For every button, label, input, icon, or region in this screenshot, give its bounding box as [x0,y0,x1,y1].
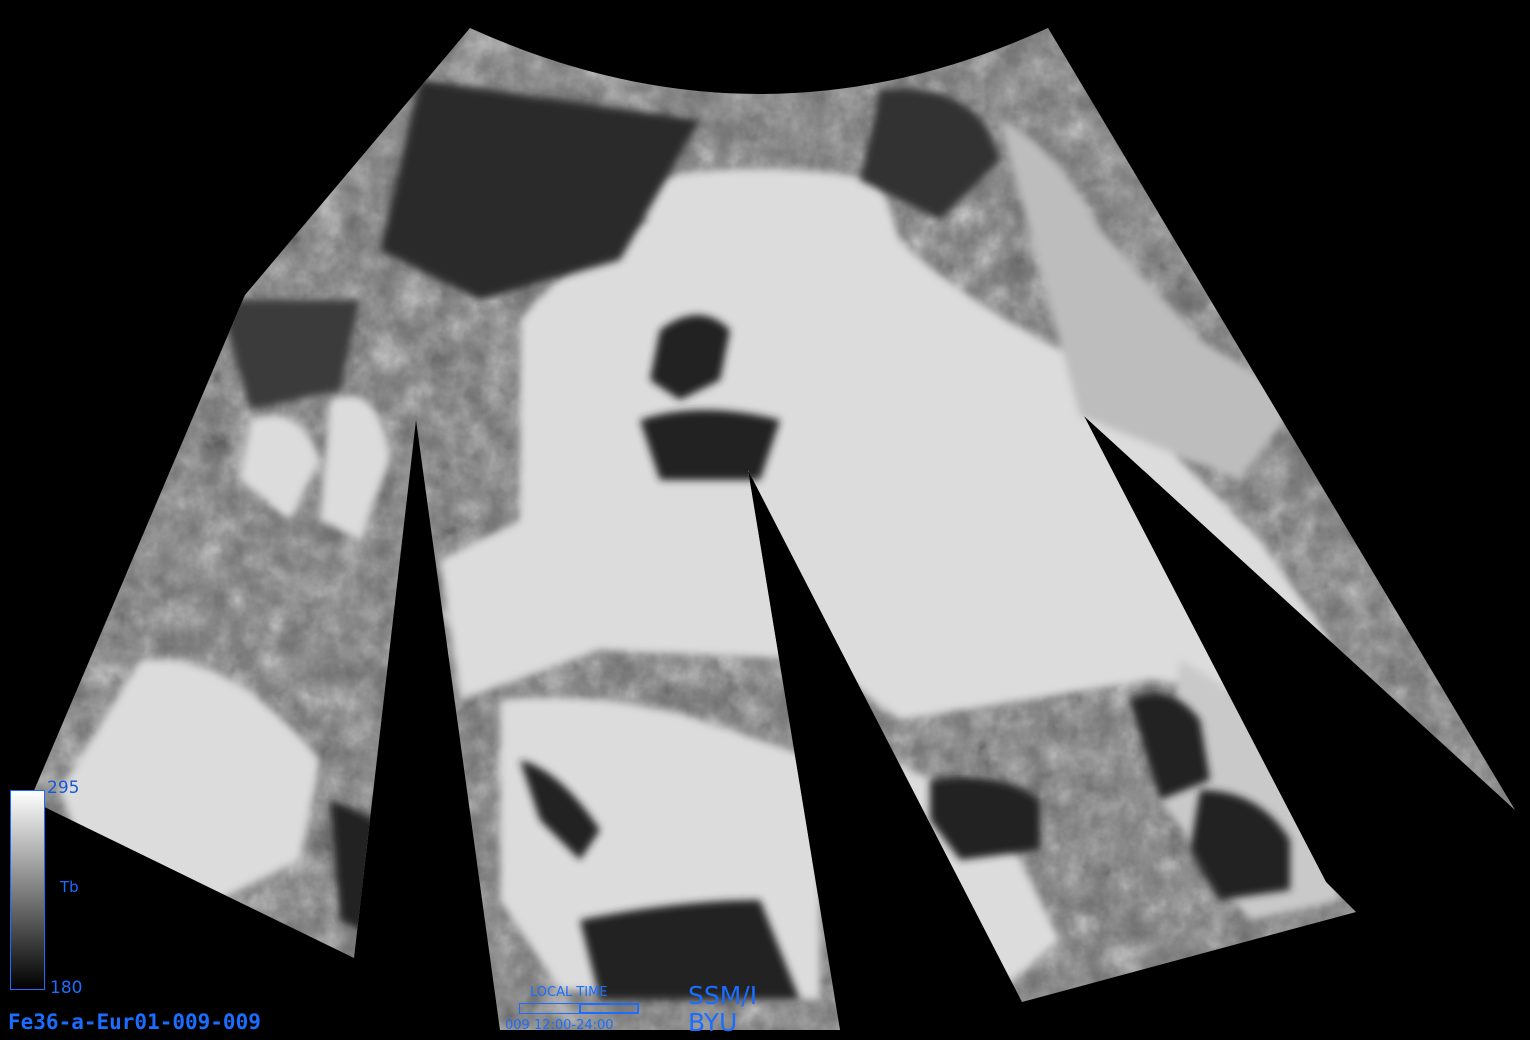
image-filename: Fe36-a-Eur01-009-009 [8,1010,261,1034]
swath-data [30,28,1515,1030]
local-time-label: LOCAL TIME [530,985,608,1000]
colorbar-max-label: 295 [47,778,80,798]
organization-label: BYU [688,1008,738,1037]
local-time-range: 009 12:00-24:00 [505,1018,614,1033]
colorbar-gradient [10,790,45,990]
local-time-bar [519,1003,639,1014]
sensor-label: SSM/I [688,981,758,1010]
brightness-temperature-map [30,28,1515,1030]
colorbar-variable-label: Tb [60,878,79,896]
local-time-highlight [579,1003,639,1014]
colorbar-min-label: 180 [50,978,83,998]
